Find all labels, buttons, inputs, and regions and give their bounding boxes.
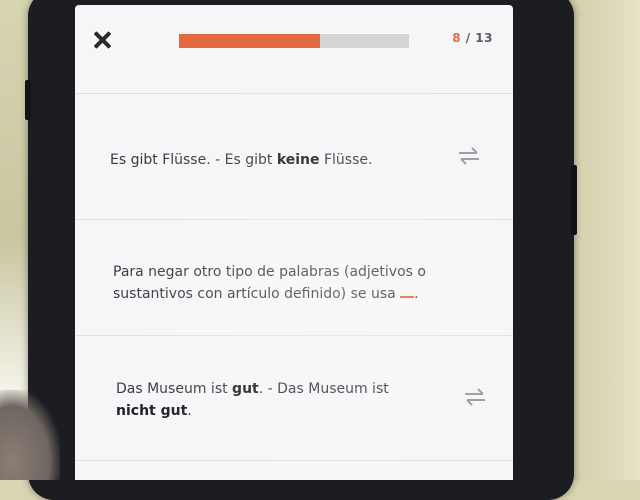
swap-arrows-icon[interactable] (456, 145, 482, 167)
example-sentence-1: Es gibt Flüsse. - Es gibt keine Flüsse. (110, 149, 450, 171)
divider (75, 219, 513, 220)
sentence-text: Flüsse. (319, 152, 373, 168)
phone-power-button (571, 165, 577, 235)
hand (0, 390, 60, 480)
progress-separator: / (461, 31, 476, 45)
app-screen: 8 / 13 Es gibt Flüsse. - Es gibt keine F… (75, 5, 513, 480)
phone-side-button (25, 80, 31, 120)
answer-blank[interactable] (400, 284, 415, 298)
sentence-text: Es gibt Flüsse. - Es gibt (110, 152, 277, 168)
progress-total: 13 (475, 31, 493, 45)
progress-fill (179, 34, 321, 48)
lesson-header: 8 / 13 (75, 5, 513, 63)
divider (75, 335, 513, 336)
example-sentence-2: Das Museum ist gut. - Das Museum ist nich… (116, 378, 446, 422)
progress-counter: 8 / 13 (452, 31, 493, 45)
sentence-text: . - Das Museum ist (258, 381, 389, 397)
explanation-end: . (414, 286, 419, 302)
sentence-text: . (187, 403, 192, 419)
grammar-explanation: Para negar otro tipo de palabras (adjeti… (113, 261, 493, 305)
close-icon[interactable] (89, 25, 119, 55)
sentence-text: Das Museum ist (116, 381, 233, 397)
divider (75, 460, 513, 461)
explanation-line-1: Para negar otro tipo de palabras (adjeti… (113, 264, 426, 280)
sentence-emphasis: nicht gut (116, 403, 188, 419)
divider (75, 93, 513, 94)
progress-current: 8 (452, 31, 462, 45)
sentence-emphasis: keine (276, 152, 320, 168)
swap-arrows-icon[interactable] (462, 386, 488, 408)
sentence-emphasis: gut (232, 381, 259, 397)
explanation-line-2: sustantivos con artículo definido) se us… (113, 286, 401, 302)
progress-bar (179, 34, 409, 48)
